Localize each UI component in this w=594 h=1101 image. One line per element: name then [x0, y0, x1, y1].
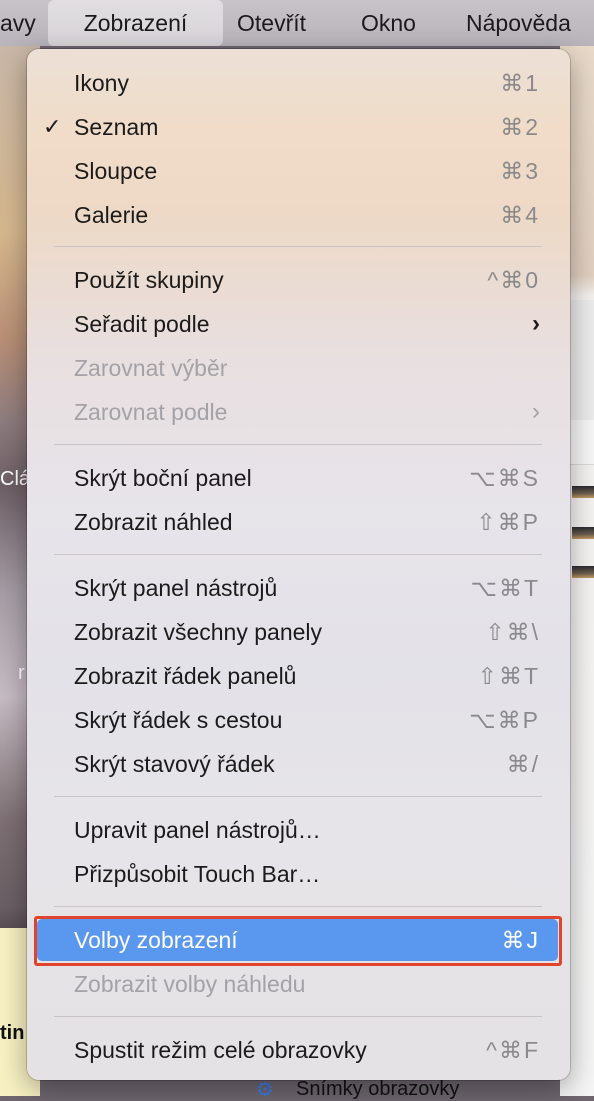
menu-item-label: Použít skupiny: [74, 267, 224, 293]
menu-separator: [54, 246, 542, 247]
menu-item-label: Zarovnat výběr: [74, 355, 228, 381]
menu-item-label: Galerie: [74, 202, 149, 228]
menu-item-clean-up-by: Zarovnat podle ›: [27, 390, 570, 434]
menu-item-label: Přizpůsobit Touch Bar…: [74, 861, 321, 887]
menu-item-list[interactable]: ✓ Seznam ⌘2: [27, 105, 570, 149]
menu-item-icons[interactable]: Ikony ⌘1: [27, 61, 570, 105]
menu-item-columns[interactable]: Sloupce ⌘3: [27, 149, 570, 193]
menu-item-sort-by[interactable]: Seřadit podle ›: [27, 302, 570, 346]
menu-separator: [54, 444, 542, 445]
menu-item-label: Skrýt boční panel: [74, 465, 252, 491]
shortcut-label: ⌥⌘T: [470, 575, 540, 601]
menu-separator: [54, 1016, 542, 1017]
menu-item-label: Skrýt stavový řádek: [74, 751, 275, 777]
menu-item-label: Zobrazit volby náhledu: [74, 971, 306, 997]
menu-item-clean-up-selection: Zarovnat výběr: [27, 346, 570, 390]
menu-item-label: Spustit režim celé obrazovky: [74, 1037, 367, 1063]
menu-item-show-preview-options: Zobrazit volby náhledu: [27, 962, 570, 1006]
menu-item-label: Seřadit podle: [74, 311, 210, 337]
menu-item-label: Sloupce: [74, 158, 158, 184]
shortcut-label: ⌘2: [500, 114, 540, 140]
menu-separator: [54, 906, 542, 907]
menu-item-label: Upravit panel nástrojů…: [74, 817, 321, 843]
sidebar-item-screenshots[interactable]: Snímky obrazovky: [296, 1078, 459, 1101]
shortcut-label: ^⌘0: [487, 267, 540, 293]
shortcut-label: ⌥⌘P: [469, 707, 540, 733]
menu-separator: [54, 796, 542, 797]
menu-item-show-view-options[interactable]: Volby zobrazení ⌘J: [27, 918, 570, 962]
menu-item-label: Zobrazit řádek panelů: [74, 663, 297, 689]
shortcut-label: ⌘1: [500, 70, 540, 96]
file-thumbnail[interactable]: [572, 486, 594, 498]
view-menu-dropdown: Ikony ⌘1 ✓ Seznam ⌘2 Sloupce ⌘3 Galerie …: [27, 49, 570, 1080]
menu-item-show-tab-bar[interactable]: Zobrazit řádek panelů ⇧⌘T: [27, 654, 570, 698]
menubar-item-view[interactable]: Zobrazení: [48, 0, 223, 46]
chevron-right-icon: ›: [532, 310, 540, 337]
menu-item-hide-toolbar[interactable]: Skrýt panel nástrojů ⌥⌘T: [27, 566, 570, 610]
menu-item-label: Volby zobrazení: [74, 927, 238, 953]
background-label: r: [18, 662, 25, 684]
chevron-right-icon: ›: [532, 398, 540, 425]
menu-item-label: Skrýt panel nástrojů: [74, 575, 278, 601]
gear-icon: ⚙: [256, 1077, 274, 1101]
menu-item-hide-status-bar[interactable]: Skrýt stavový řádek ⌘/: [27, 742, 570, 786]
shortcut-label: ^⌘F: [486, 1037, 540, 1063]
shortcut-label: ⌘/: [506, 751, 540, 777]
shortcut-label: ⇧⌘\: [485, 619, 540, 645]
menu-item-label: Zobrazit náhled: [74, 509, 233, 535]
menu-item-label: Seznam: [74, 114, 159, 140]
menu-item-hide-path-bar[interactable]: Skrýt řádek s cestou ⌥⌘P: [27, 698, 570, 742]
shortcut-label: ⌘J: [501, 927, 540, 953]
menu-item-label: Ikony: [74, 70, 129, 96]
shortcut-label: ⇧⌘T: [477, 663, 540, 689]
file-thumbnail[interactable]: [572, 527, 594, 539]
menubar-item-edit[interactable]: avy: [0, 0, 36, 46]
file-thumbnail[interactable]: [572, 566, 594, 578]
menubar-item-help[interactable]: Nápověda: [466, 0, 571, 46]
menu-item-customize-toolbar[interactable]: Upravit panel nástrojů…: [27, 808, 570, 852]
menu-item-label: Zarovnat podle: [74, 399, 228, 425]
shortcut-label: ⌘4: [500, 202, 540, 228]
shortcut-label: ⇧⌘P: [476, 509, 540, 535]
menubar-item-window[interactable]: Okno: [361, 0, 416, 46]
menu-item-customize-touch-bar[interactable]: Přizpůsobit Touch Bar…: [27, 852, 570, 896]
menu-item-label: Skrýt řádek s cestou: [74, 707, 283, 733]
menu-separator: [54, 554, 542, 555]
menu-item-use-groups[interactable]: Použít skupiny ^⌘0: [27, 258, 570, 302]
menubar-item-go[interactable]: Otevřít: [237, 0, 306, 46]
background-label: tin: [0, 1022, 25, 1044]
shortcut-label: ⌘3: [500, 158, 540, 184]
menu-item-label: Zobrazit všechny panely: [74, 619, 323, 645]
background-label: Clá: [0, 468, 31, 490]
menu-item-show-preview[interactable]: Zobrazit náhled ⇧⌘P: [27, 500, 570, 544]
shortcut-label: ⌥⌘S: [469, 465, 540, 491]
checkmark-icon: ✓: [43, 114, 62, 139]
menu-bar: avy Zobrazení Otevřít Okno Nápověda: [0, 0, 594, 46]
menu-item-hide-sidebar[interactable]: Skrýt boční panel ⌥⌘S: [27, 456, 570, 500]
menu-item-gallery[interactable]: Galerie ⌘4: [27, 193, 570, 237]
menu-item-show-all-tabs[interactable]: Zobrazit všechny panely ⇧⌘\: [27, 610, 570, 654]
menu-item-enter-full-screen[interactable]: Spustit režim celé obrazovky ^⌘F: [27, 1028, 570, 1072]
